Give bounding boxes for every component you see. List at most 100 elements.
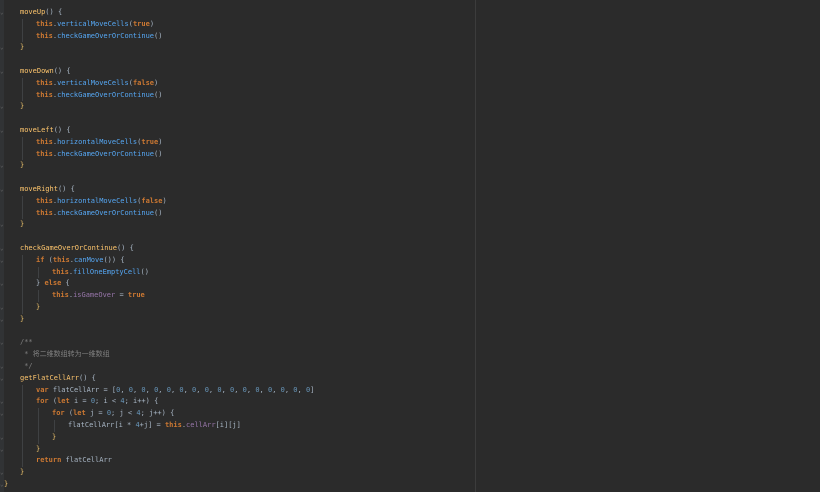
fold-marker-icon[interactable]: ⌄ xyxy=(0,373,4,385)
code-token: true xyxy=(127,291,145,300)
fold-marker-icon[interactable]: ⌄ xyxy=(0,278,4,290)
code-line[interactable]: this.checkGameOverOrContinue() xyxy=(36,90,162,102)
code-token: ( xyxy=(64,409,74,418)
code-line[interactable]: this.checkGameOverOrContinue() xyxy=(36,208,162,220)
code-token: () { xyxy=(53,126,71,134)
code-token: flatCellArr = [ xyxy=(48,385,117,394)
code-token: } xyxy=(20,468,25,477)
code-line[interactable]: moveRight() { xyxy=(20,184,75,196)
fold-marker-icon[interactable]: ⌄ xyxy=(0,396,4,408)
code-line[interactable]: return flatCellArr xyxy=(36,455,112,467)
fold-marker-icon[interactable]: ⌄ xyxy=(0,219,4,231)
fold-marker-icon[interactable]: ⌄ xyxy=(0,160,4,172)
code-line[interactable]: } xyxy=(20,42,24,54)
code-line[interactable]: } xyxy=(20,101,24,113)
fold-marker-icon[interactable]: ⌄ xyxy=(0,302,4,314)
code-token: this xyxy=(36,19,53,28)
code-line[interactable]: this.verticalMoveCells(true) xyxy=(36,19,154,31)
fold-marker-icon[interactable]: ⌄ xyxy=(0,314,4,326)
code-token: , xyxy=(259,385,268,394)
code-token: moveLeft xyxy=(20,126,54,134)
fold-marker-icon[interactable]: ⌄ xyxy=(0,101,4,113)
code-line[interactable]: */ xyxy=(20,361,32,373)
editor-empty-area[interactable] xyxy=(476,0,820,492)
code-token: for xyxy=(52,409,65,418)
fold-marker-icon[interactable]: ⌄ xyxy=(0,408,4,420)
code-area[interactable]: moveUp() {⌄ this.verticalMoveCells(true) t… xyxy=(0,0,476,492)
code-line[interactable]: var flatCellArr = [0, 0, 0, 0, 0, 0, 0, … xyxy=(36,385,314,397)
code-token: , xyxy=(158,385,167,394)
code-token: /** xyxy=(20,338,33,347)
code-token: isGameOver xyxy=(73,291,116,300)
code-token: } xyxy=(36,303,41,311)
code-line[interactable]: } xyxy=(36,302,40,314)
fold-marker-icon[interactable]: ⌄ xyxy=(0,467,4,479)
code-line[interactable]: if (this.canMove()) { xyxy=(36,255,125,267)
code-line[interactable]: } else { xyxy=(36,278,70,290)
code-token: ; xyxy=(124,397,133,406)
code-token: [i][j] xyxy=(215,421,241,429)
code-line[interactable]: for (let j = 0; j < 4; j++) { xyxy=(52,408,174,420)
fold-marker-icon[interactable]: ⌄ xyxy=(0,7,4,19)
code-token: true xyxy=(141,137,159,146)
code-token: checkGameOverOrContinue xyxy=(57,208,155,217)
fold-marker-icon[interactable]: ⌄ xyxy=(0,361,4,373)
code-line[interactable]: moveUp() { xyxy=(20,7,62,19)
fold-marker-icon[interactable]: ⌄ xyxy=(0,125,4,137)
fold-marker-icon[interactable]: ⌄ xyxy=(0,432,4,444)
code-line[interactable]: this.horizontalMoveCells(true) xyxy=(36,137,162,149)
code-line[interactable]: getFlatCellArr() { xyxy=(20,373,96,385)
fold-marker-icon[interactable]: ⌄ xyxy=(0,184,4,196)
code-line[interactable]: this.horizontalMoveCells(false) xyxy=(36,196,167,208)
code-token: () xyxy=(140,267,149,276)
code-token: () xyxy=(154,208,163,217)
code-token: this xyxy=(36,208,53,217)
code-line[interactable]: } xyxy=(20,467,24,479)
code-line[interactable]: } xyxy=(52,432,56,444)
code-line[interactable]: this.checkGameOverOrContinue() xyxy=(36,31,162,43)
indent-guide xyxy=(38,408,39,444)
code-line[interactable]: } xyxy=(36,444,40,456)
code-token: , xyxy=(272,385,281,394)
code-line[interactable]: /** xyxy=(20,337,33,349)
code-line[interactable]: flatCellArr[i * 4+j] = this.cellArr[i][j… xyxy=(68,420,241,432)
code-line[interactable]: } xyxy=(4,479,8,491)
fold-marker-icon[interactable]: ⌄ xyxy=(0,479,4,491)
fold-marker-icon[interactable]: ⌄ xyxy=(0,243,4,255)
code-token: verticalMoveCells xyxy=(57,78,129,87)
code-line[interactable]: for (let i = 0; i < 4; i++) { xyxy=(36,396,158,408)
code-line[interactable]: this.checkGameOverOrContinue() xyxy=(36,149,162,161)
code-token: () { xyxy=(45,8,63,16)
code-token: } xyxy=(20,314,25,323)
code-token: horizontalMoveCells xyxy=(57,137,138,146)
code-editor[interactable]: moveUp() {⌄ this.verticalMoveCells(true) t… xyxy=(0,0,820,492)
fold-marker-icon[interactable]: ⌄ xyxy=(0,42,4,54)
fold-marker-icon[interactable]: ⌄ xyxy=(0,66,4,78)
code-token: flatCellArr[i * xyxy=(68,421,136,429)
code-token: let xyxy=(73,409,86,418)
code-token: () { xyxy=(57,185,75,193)
code-line[interactable]: } xyxy=(20,219,24,231)
code-token: false xyxy=(141,196,163,205)
code-line[interactable]: checkGameOverOrContinue() { xyxy=(20,243,134,255)
code-line[interactable]: moveDown() { xyxy=(20,66,71,78)
code-token: } xyxy=(20,102,25,111)
code-token: } xyxy=(52,432,57,441)
code-line[interactable]: moveLeft() { xyxy=(20,125,71,137)
code-line[interactable]: } xyxy=(20,160,24,172)
code-token: ()) { xyxy=(103,255,125,264)
fold-marker-icon[interactable]: ⌄ xyxy=(0,255,4,267)
code-line[interactable]: * 将二维数组转为一维数组 xyxy=(20,349,109,361)
fold-marker-icon[interactable]: ⌄ xyxy=(0,337,4,349)
code-token: this xyxy=(52,255,70,264)
code-token: checkGameOverOrContinue xyxy=(20,244,117,252)
code-token: cellArr xyxy=(186,421,216,429)
code-line[interactable]: this.isGameOver = true xyxy=(52,290,145,302)
code-line[interactable]: } xyxy=(20,314,24,326)
code-token: false xyxy=(132,78,155,87)
code-token: () { xyxy=(116,244,134,252)
code-token: = xyxy=(115,291,128,300)
code-line[interactable]: this.verticalMoveCells(false) xyxy=(36,78,158,90)
fold-marker-icon[interactable]: ⌄ xyxy=(0,444,4,456)
code-line[interactable]: this.fillOneEmptyCell() xyxy=(52,267,149,279)
